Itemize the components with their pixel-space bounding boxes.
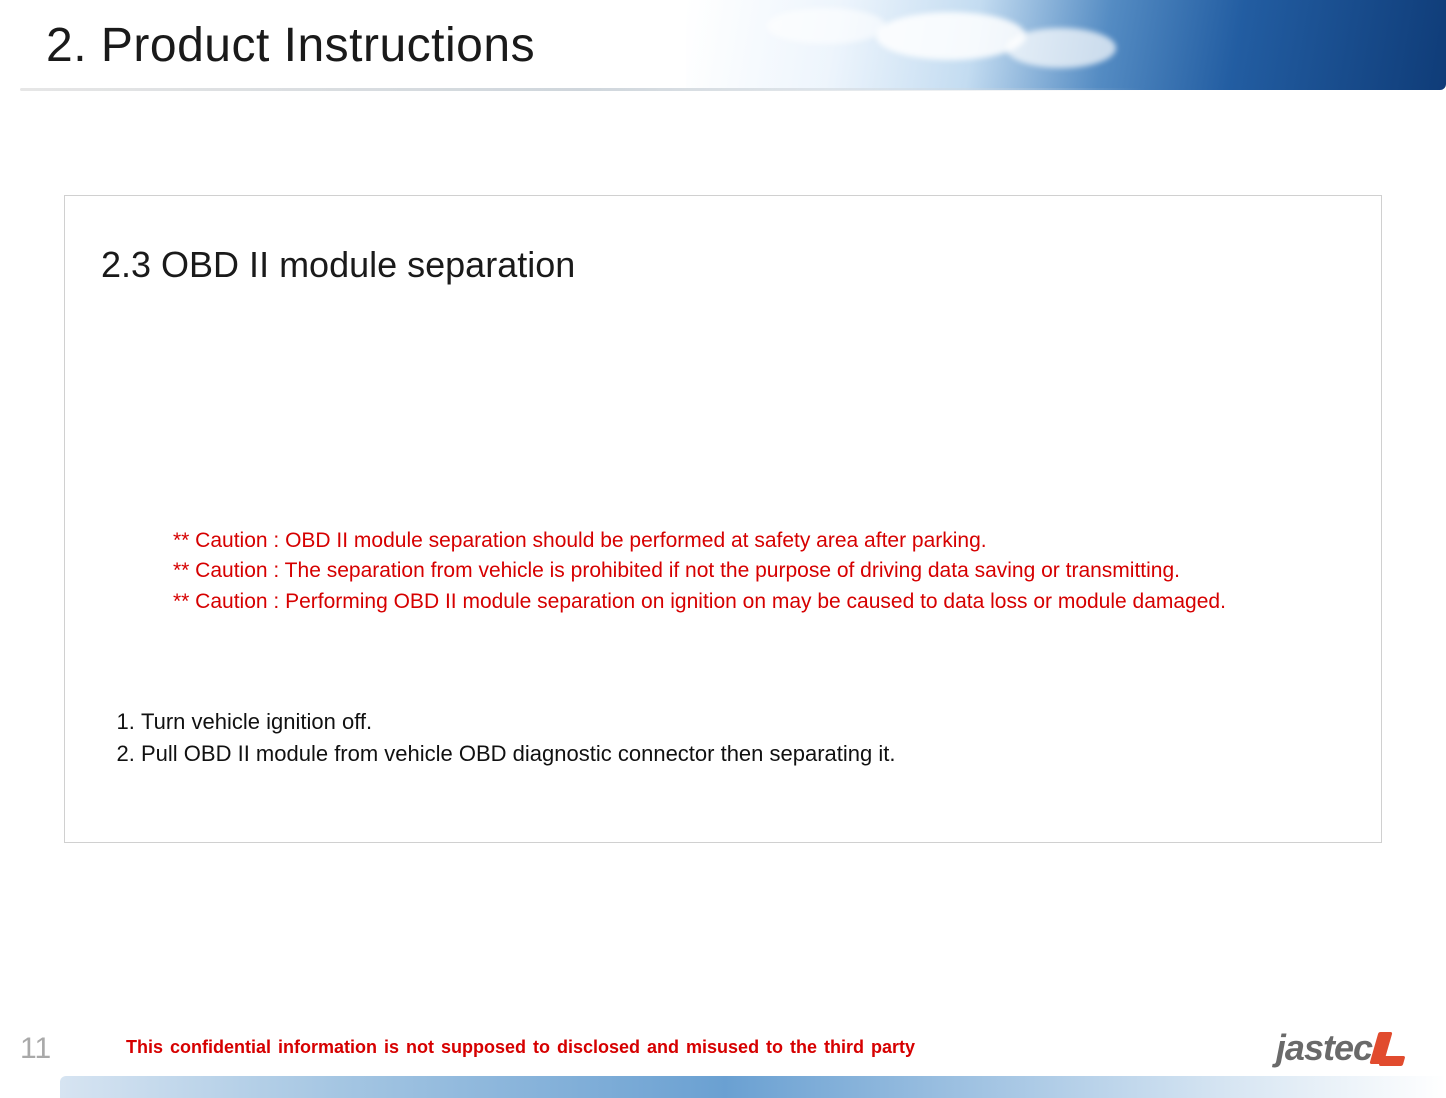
caution-block: ** Caution : OBD II module separation sh… — [173, 526, 1341, 617]
step-item: Turn vehicle ignition off. — [141, 706, 1341, 738]
page-title: 2. Product Instructions — [46, 18, 535, 73]
cloud-decoration — [1006, 28, 1116, 68]
header-cloud-graphic — [686, 0, 1446, 90]
step-item: Pull OBD II module from vehicle OBD diag… — [141, 738, 1341, 770]
caution-line: ** Caution : OBD II module separation sh… — [173, 526, 1341, 556]
header-band: 2. Product Instructions — [0, 0, 1446, 110]
footer-band — [60, 1076, 1446, 1098]
footer-confidential-note: This confidential information is not sup… — [126, 1037, 915, 1058]
content-box: 2.3 OBD II module separation ** Caution … — [64, 195, 1382, 843]
cloud-decoration — [766, 8, 886, 44]
caution-line: ** Caution : The separation from vehicle… — [173, 556, 1341, 586]
caution-line: ** Caution : Performing OBD II module se… — [173, 587, 1341, 617]
cloud-decoration — [876, 12, 1026, 60]
header-underline — [20, 88, 1426, 91]
steps-block: Turn vehicle ignition off. Pull OBD II m… — [101, 706, 1341, 770]
section-heading: 2.3 OBD II module separation — [101, 244, 575, 286]
brand-logo: jastec — [1276, 1026, 1404, 1070]
brand-logo-icon — [1374, 1028, 1404, 1068]
page-number: 11 — [20, 1032, 51, 1066]
brand-logo-text: jastec — [1276, 1027, 1372, 1069]
